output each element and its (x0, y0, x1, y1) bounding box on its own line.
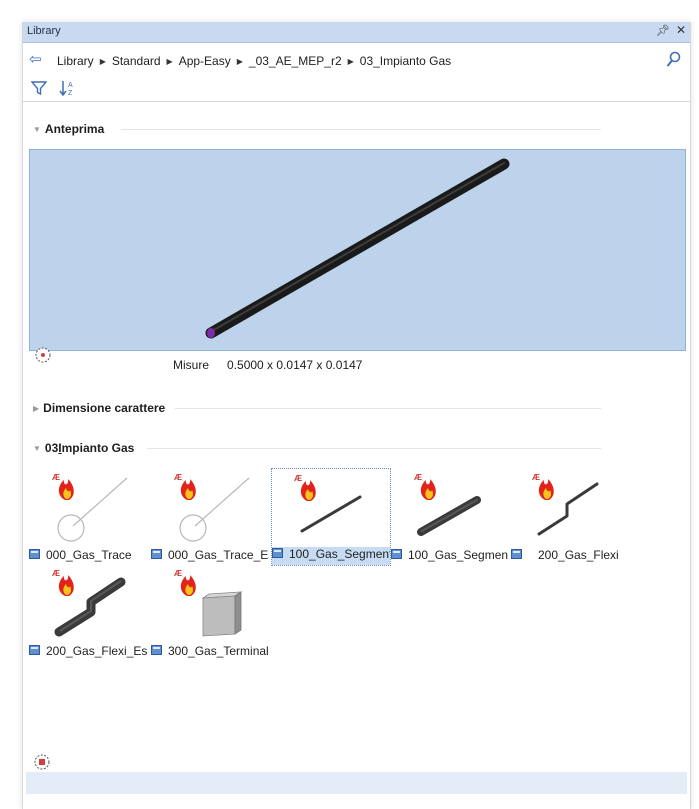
gas-section-header[interactable]: ▼ 03Impianto Gas (33, 441, 134, 455)
pipe-preview-image (205, 158, 510, 339)
gas-flame-icon: Æ (52, 473, 74, 500)
sort-az-icon[interactable]: AZ (59, 80, 77, 99)
preview-section-header[interactable]: ▼ Anteprima (33, 122, 104, 136)
svg-text:Æ: Æ (414, 473, 422, 482)
breadcrumb-path: Library ▶ Standard ▶ App-Easy ▶ _03_AE_MEP_r2 ▶… (57, 54, 451, 68)
camera-icon[interactable] (33, 753, 51, 774)
family-file-icon (391, 548, 402, 562)
item-label: 200_Gas_Flexi_Es... (46, 644, 147, 658)
library-item-selected[interactable]: Æ 100_Gas_Segment (271, 468, 391, 566)
item-label: 000_Gas_Trace (46, 548, 132, 562)
family-file-icon (151, 644, 162, 658)
item-label: 200_Gas_Flexi (538, 548, 619, 562)
svg-text:Æ: Æ (294, 474, 302, 483)
library-panel: Library 📌︎ ✕ ⇦ Library ▶ Standard ▶ App-Easy… (22, 22, 691, 809)
measures-value: 0.5000 x 0.0147 x 0.0147 (227, 358, 363, 372)
item-label: 100_Gas_Segmen... (408, 548, 509, 562)
item-label: 300_Gas_Terminal (168, 644, 269, 658)
measures-row: Misure 0.5000 x 0.0147 x 0.0147 (173, 358, 362, 372)
library-item[interactable]: Æ 100_Gas_Segmen... (391, 470, 509, 566)
library-item[interactable]: Æ 000_Gas_Trace_Es... (151, 470, 269, 566)
panel-title: Library (27, 25, 61, 37)
gas-section-title-prefix: 03 (44, 441, 59, 455)
item-thumbnail: Æ (29, 470, 147, 546)
svg-text:Æ: Æ (174, 569, 182, 578)
library-item[interactable]: Æ 000_Gas_Trace (29, 470, 147, 566)
library-item[interactable]: Æ 200_Gas_Flexi (511, 470, 629, 566)
expand-arrow-icon: ▶ (33, 404, 40, 413)
breadcrumb-separator-icon: ▶ (236, 57, 243, 66)
family-file-icon (151, 548, 162, 562)
collapse-arrow-icon: ▼ (33, 125, 41, 134)
item-thumbnail: Æ (272, 469, 390, 545)
status-bar (26, 772, 687, 794)
collapse-arrow-icon: ▼ (33, 444, 41, 453)
pin-icon[interactable]: 📌︎ (656, 24, 670, 37)
panel-titlebar: Library 📌︎ ✕ (23, 22, 690, 43)
section-divider (175, 408, 601, 409)
section-divider (121, 129, 601, 130)
close-icon[interactable]: ✕ (676, 23, 686, 37)
item-label: 100_Gas_Segment (289, 547, 390, 561)
gas-section-title-rest: mpianto Gas (61, 441, 135, 455)
item-thumbnail: Æ (391, 470, 509, 546)
breadcrumb: ⇦ Library ▶ Standard ▶ App-Easy ▶ _03_AE_MEP_r… (23, 50, 690, 72)
svg-text:Æ: Æ (174, 473, 182, 482)
family-file-icon (272, 547, 283, 561)
family-file-icon (511, 548, 522, 562)
svg-text:Æ: Æ (532, 473, 540, 482)
breadcrumb-separator-icon: ▶ (99, 57, 106, 66)
gas-flame-icon: Æ (174, 569, 196, 596)
measures-label: Misure (173, 358, 210, 372)
svg-text:A: A (68, 82, 73, 89)
item-thumbnail: Æ (29, 566, 147, 642)
toolbar: AZ (23, 77, 690, 102)
font-size-section-header[interactable]: ▶ Dimensione carattere (33, 401, 165, 415)
svg-text:Æ: Æ (52, 473, 60, 482)
back-arrow-icon[interactable]: ⇦ (29, 50, 42, 68)
library-item[interactable]: Æ 200_Gas_Flexi_Es... (29, 566, 147, 662)
svg-text:Z: Z (68, 90, 73, 96)
gas-flame-icon: Æ (414, 473, 436, 500)
preview-section-title: Anteprima (44, 122, 105, 136)
family-file-icon (29, 644, 40, 658)
item-thumbnail: Æ (511, 470, 629, 546)
item-thumbnail: Æ (151, 470, 269, 546)
svg-text:Æ: Æ (52, 569, 60, 578)
breadcrumb-item-library[interactable]: Library (57, 54, 94, 68)
filter-icon[interactable] (30, 80, 48, 99)
gas-flame-icon: Æ (294, 474, 316, 501)
breadcrumb-item-impianto-gas[interactable]: 03_Impianto Gas (360, 54, 451, 68)
breadcrumb-item-standard[interactable]: Standard (112, 54, 161, 68)
breadcrumb-item-app-easy[interactable]: App-Easy (179, 54, 231, 68)
library-item[interactable]: Æ 300_Gas_Terminal (151, 566, 269, 662)
breadcrumb-item-ae-mep[interactable]: _03_AE_MEP_r2 (249, 54, 342, 68)
family-file-icon (29, 548, 40, 562)
gas-flame-icon: Æ (174, 473, 196, 500)
preview-viewport[interactable] (29, 149, 686, 363)
item-label: 000_Gas_Trace_Es... (168, 548, 269, 562)
breadcrumb-separator-icon: ▶ (166, 57, 173, 66)
gas-flame-icon: Æ (52, 569, 74, 596)
breadcrumb-separator-icon: ▶ (347, 57, 354, 66)
gas-flame-icon: Æ (532, 473, 554, 500)
search-icon[interactable] (666, 51, 682, 72)
item-thumbnail: Æ (151, 566, 269, 642)
font-size-section-title: Dimensione carattere (43, 401, 166, 415)
section-divider (147, 448, 601, 449)
